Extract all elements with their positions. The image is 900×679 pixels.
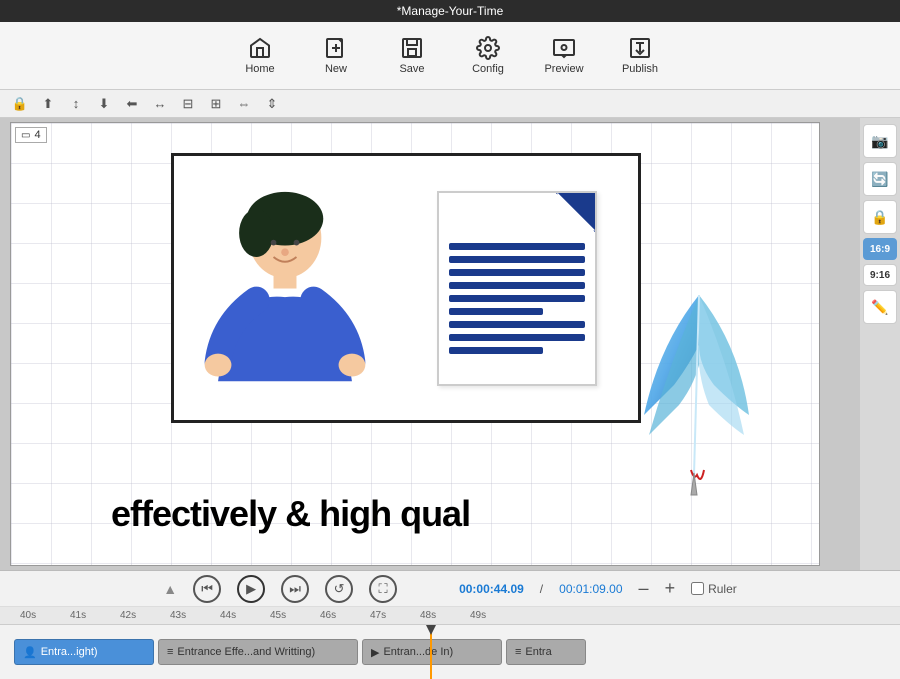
track-item-2[interactable]: ≡ Entrance Effe...and Writting)	[158, 639, 358, 665]
skip-forward-button[interactable]: ⏭	[281, 575, 309, 603]
config-label: Config	[472, 63, 504, 75]
ratio-9-16-button[interactable]: 9:16	[863, 264, 897, 286]
toolbar-preview[interactable]: Preview	[542, 36, 586, 75]
config-icon	[476, 36, 500, 60]
flip-h-button[interactable]: ⇔	[232, 93, 256, 115]
preview-icon	[552, 36, 576, 60]
edit-button[interactable]: ✏️	[863, 290, 897, 324]
cursor-handle	[424, 625, 438, 635]
track-icon-1: 👤	[23, 646, 37, 659]
timeline-ruler: 40s 41s 42s 43s 44s 45s 46s 47s 48s 49s	[0, 607, 900, 625]
slide-frame-inner	[174, 156, 638, 420]
ruler-checkbox[interactable]	[691, 582, 704, 595]
ruler-mark-4: 44s	[220, 610, 270, 621]
doc-line-1	[449, 243, 585, 250]
ruler-mark-9: 49s	[470, 610, 520, 621]
person-figure	[195, 190, 375, 410]
ruler-toggle[interactable]: Ruler	[691, 582, 737, 596]
toolbar-publish[interactable]: Publish	[618, 36, 662, 75]
toolbar-home[interactable]: Home	[238, 36, 282, 75]
track-item-1[interactable]: 👤 Entra...ight)	[14, 639, 154, 665]
title-bar: *Manage-Your-Time	[0, 0, 900, 22]
camera-button[interactable]: 📷	[863, 124, 897, 158]
publish-label: Publish	[622, 63, 658, 75]
doc-area	[397, 156, 638, 420]
align-top-button[interactable]: ⬆	[36, 93, 60, 115]
quill-icon	[639, 285, 759, 505]
ruler-mark-0: 40s	[20, 610, 70, 621]
app-title: *Manage-Your-Time	[397, 4, 504, 18]
aspect-lock-button[interactable]: 🔒	[863, 200, 897, 234]
new-label: New	[325, 63, 347, 75]
doc-line-2	[449, 256, 585, 263]
ruler-mark-8: 48s	[420, 610, 470, 621]
preview-label: Preview	[544, 63, 583, 75]
distribute-v-button[interactable]: ⊞	[204, 93, 228, 115]
publish-icon	[628, 36, 652, 60]
new-icon	[324, 36, 348, 60]
ruler-mark-3: 43s	[170, 610, 220, 621]
ruler-mark-1: 41s	[70, 610, 120, 621]
ruler-label: Ruler	[708, 582, 737, 596]
track-icon-4: ≡	[515, 646, 521, 658]
align-bottom-button[interactable]: ⬇	[92, 93, 116, 115]
align-hcenter-button[interactable]: ↔	[148, 93, 172, 115]
align-vcenter-button[interactable]: ↕	[64, 93, 88, 115]
timeline-collapse-button[interactable]: ▲	[163, 581, 177, 597]
ruler-mark-7: 47s	[370, 610, 420, 621]
doc-line-6	[449, 308, 543, 315]
doc-line-8	[449, 334, 585, 341]
toolbar-save[interactable]: Save	[390, 36, 434, 75]
track-item-4[interactable]: ≡ Entra	[506, 639, 586, 665]
person-area	[174, 156, 397, 420]
zoom-out-button[interactable]: –	[639, 578, 649, 599]
loop-button[interactable]: ↺	[325, 575, 353, 603]
canvas-area: ▭ 4	[0, 118, 860, 570]
toolbar-config[interactable]: Config	[466, 36, 510, 75]
total-time-display: 00:01:09.00	[559, 582, 622, 596]
canvas-label: ▭ 4	[15, 127, 47, 143]
timeline-area: ▲ ⏮ ▶ ⏭ ↺ ⛶ 00:00:44.09 / 00:01:09.00 – …	[0, 570, 900, 679]
current-time-display: 00:00:44.09	[459, 582, 524, 596]
align-left-button[interactable]: ⬅	[120, 93, 144, 115]
doc-line-3	[449, 269, 585, 276]
save-icon	[400, 36, 424, 60]
track-icon-3: ▶	[371, 646, 379, 659]
text-overlay: effectively & high qual	[111, 493, 470, 535]
right-panel: 📷 🔄 🔒 16:9 9:16 ✏️	[860, 118, 900, 570]
timeline-cursor	[430, 625, 432, 679]
timeline-tracks: 👤 Entra...ight) ≡ Entrance Effe...and Wr…	[0, 625, 900, 679]
ruler-mark-6: 46s	[320, 610, 370, 621]
lock-button[interactable]: 🔒	[8, 93, 32, 115]
slide-frame[interactable]	[171, 153, 641, 423]
fullscreen-button[interactable]: ⛶	[369, 575, 397, 603]
flip-v-button[interactable]: ⇕	[260, 93, 284, 115]
doc-card	[437, 191, 597, 386]
play-button[interactable]: ▶	[237, 575, 265, 603]
timeline-controls: ▲ ⏮ ▶ ⏭ ↺ ⛶ 00:00:44.09 / 00:01:09.00 – …	[0, 571, 900, 607]
canvas-wrapper[interactable]: ▭ 4	[10, 122, 820, 566]
home-icon	[248, 36, 272, 60]
track-item-3[interactable]: ▶ Entran...de In)	[362, 639, 502, 665]
rotate-button[interactable]: 🔄	[863, 162, 897, 196]
zoom-in-button[interactable]: +	[665, 578, 676, 599]
ruler-mark-2: 42s	[120, 610, 170, 621]
skip-back-button[interactable]: ⏮	[193, 575, 221, 603]
toolbar-new[interactable]: New	[314, 36, 358, 75]
ratio-16-9-button[interactable]: 16:9	[863, 238, 897, 260]
track-icon-2: ≡	[167, 646, 173, 658]
save-label: Save	[399, 63, 424, 75]
home-label: Home	[245, 63, 274, 75]
secondary-toolbar: 🔒 ⬆ ↕ ⬇ ⬅ ↔ ⊟ ⊞ ⇔ ⇕	[0, 90, 900, 118]
distribute-h-button[interactable]: ⊟	[176, 93, 200, 115]
doc-line-7	[449, 321, 585, 328]
main-area: ▭ 4	[0, 118, 900, 570]
canvas-inner: ▭ 4	[11, 123, 819, 565]
main-toolbar: Home New Save Config Preview	[0, 22, 900, 90]
doc-line-5	[449, 295, 585, 302]
doc-line-4	[449, 282, 585, 289]
doc-line-9	[449, 347, 543, 354]
ruler-mark-5: 45s	[270, 610, 320, 621]
